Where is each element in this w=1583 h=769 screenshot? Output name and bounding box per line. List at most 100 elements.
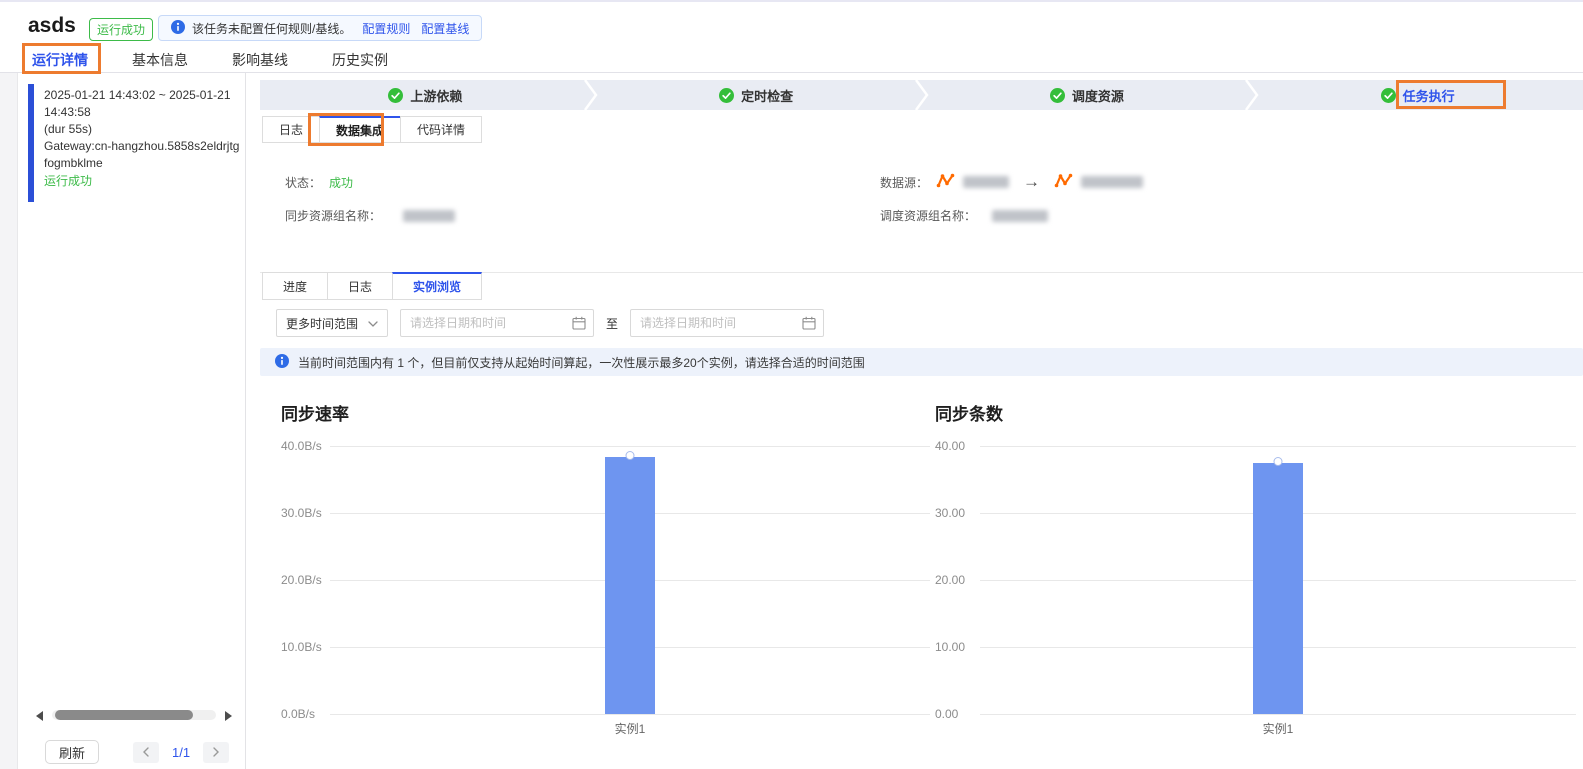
sync-rate-chart: 同步速率 40.0B/s 30.0B/s 20.0B/s 10.0B/s 0.0B/s … <box>281 400 930 745</box>
chart-plot <box>980 446 1576 715</box>
gridline <box>980 714 1576 715</box>
chart-yticks: 40.0B/s 30.0B/s 20.0B/s 10.0B/s 0.0B/s <box>281 439 329 721</box>
sync-resource-group-label: 同步资源组名称： <box>285 209 382 223</box>
scroll-left-arrow-icon[interactable] <box>36 711 43 721</box>
source-datasource-name-redacted <box>963 176 1010 188</box>
scrollbar-track[interactable] <box>52 710 216 720</box>
page-indicator: 1/1 <box>172 744 191 760</box>
y-axis-tick-label: 0.00 <box>935 707 959 721</box>
instance-duration: (dur 55s) <box>44 122 93 136</box>
datasource-label: 数据源： <box>880 175 929 190</box>
gridline <box>980 446 1576 447</box>
status-value: 成功 <box>329 176 354 190</box>
instance-list-panel: 2025-01-21 14:43:02 ~ 2025-01-21 14:43:5… <box>18 73 246 769</box>
check-circle-icon <box>1049 87 1065 103</box>
schedule-resource-group-label: 调度资源组名称： <box>880 209 977 223</box>
data-point-marker <box>1273 457 1283 467</box>
y-axis-tick-label: 40.00 <box>935 439 966 453</box>
instance-list-footer: 刷新 1/1 <box>18 733 246 769</box>
configure-baseline-link[interactable]: 配置基线 <box>421 20 469 37</box>
tab-instance-browse[interactable]: 实例浏览 <box>392 272 483 300</box>
chart-yticks: 40.00 30.00 20.00 10.00 0.00 <box>935 439 983 721</box>
chart-xaxis: 实例1 <box>330 720 930 737</box>
time-range-info-banner: 当前时间范围内有 1 个，但目前仅支持从起始时间算起，一次性展示最多20个实例，… <box>260 348 1583 376</box>
notice-text: 该任务未配置任何规则/基线。 <box>192 21 352 36</box>
prev-page-button[interactable] <box>133 741 160 763</box>
datasource-icon <box>1054 172 1073 192</box>
schedule-resource-group-row: 调度资源组名称： <box>880 207 1049 224</box>
sync-resource-group-value-redacted <box>403 209 456 222</box>
status-row: 状态： 成功 <box>285 174 353 191</box>
check-circle-icon <box>719 87 735 103</box>
run-detail-page: asds 运行成功 该任务未配置任何规则/基线。 配置规则 配置基线 运行详情 … <box>0 0 1583 769</box>
datasource-arrow: → <box>1023 172 1041 191</box>
end-datetime-input[interactable] <box>630 309 825 337</box>
calendar-icon[interactable] <box>572 316 586 333</box>
start-datetime-input[interactable] <box>400 309 594 337</box>
pagination: 1/1 <box>133 741 230 763</box>
step-upstream-dependency[interactable]: 上游依赖 <box>260 79 598 111</box>
y-axis-tick-label: 20.0B/s <box>281 573 322 587</box>
time-range-dropdown[interactable]: 更多时间范围 <box>276 309 388 337</box>
end-datetime-picker[interactable] <box>630 309 825 337</box>
schedule-resource-group-value-redacted <box>992 209 1049 222</box>
gridline <box>330 446 930 447</box>
horizontal-scrollbar <box>18 706 246 724</box>
start-datetime-picker[interactable] <box>400 309 594 337</box>
y-axis-tick-label: 0.0B/s <box>281 707 316 721</box>
to-label: 至 <box>606 316 619 331</box>
y-axis-tick-label: 40.0B/s <box>281 439 322 453</box>
chart-title: 同步条数 <box>935 405 1003 424</box>
next-page-button[interactable] <box>203 741 230 763</box>
instance-status: 运行成功 <box>44 174 93 188</box>
x-axis-category-label: 实例1 <box>614 722 646 736</box>
detail-tab-bar: 日志 数据集成 代码详情 <box>262 116 483 143</box>
step-schedule-resource[interactable]: 调度资源 <box>922 79 1259 111</box>
run-status-badge: 运行成功 <box>89 18 154 41</box>
selected-instance-accent <box>28 84 34 202</box>
instance-time-range: 2025-01-21 14:43:02 ~ 2025-01-21 14:43:5… <box>44 88 231 119</box>
scrollbar-thumb[interactable] <box>55 710 193 720</box>
y-axis-tick-label: 10.0B/s <box>281 640 322 654</box>
calendar-icon[interactable] <box>802 316 816 333</box>
step-chevron-icon <box>914 79 930 111</box>
run-steps-bar: 上游依赖 定时检查 调度资源 任务执行 <box>260 79 1583 111</box>
info-icon <box>171 19 185 37</box>
x-axis-category-label: 实例1 <box>1262 722 1294 736</box>
refresh-button[interactable]: 刷新 <box>45 740 100 764</box>
check-circle-icon <box>388 87 404 103</box>
datasource-icon <box>936 172 955 192</box>
target-datasource-name-redacted <box>1081 176 1144 188</box>
task-title: asds <box>28 14 76 37</box>
step-chevron-icon <box>1244 79 1260 111</box>
left-gutter <box>0 73 18 769</box>
y-axis-tick-label: 10.00 <box>935 640 966 654</box>
scroll-right-arrow-icon[interactable] <box>225 711 232 721</box>
y-axis-tick-label: 30.0B/s <box>281 506 322 520</box>
y-axis-tick-label: 30.00 <box>935 506 966 520</box>
info-icon <box>275 353 289 371</box>
tab-log[interactable]: 日志 <box>262 116 321 143</box>
instance-gateway: Gateway:cn-hangzhou.5858s2eldrjtgfogmbkl… <box>44 139 240 170</box>
chevron-down-icon <box>368 316 378 330</box>
tab-history-instances[interactable]: 历史实例 <box>330 47 390 78</box>
step-task-execution[interactable]: 任务执行 <box>1252 80 1583 110</box>
chart-plot <box>330 446 930 715</box>
tab-code-detail[interactable]: 代码详情 <box>400 116 483 143</box>
tab-inner-log[interactable]: 日志 <box>327 272 394 300</box>
time-filter-row: 更多时间范围 至 <box>276 309 825 337</box>
tab-data-integration[interactable]: 数据集成 <box>319 116 402 143</box>
status-label: 状态： <box>285 176 322 190</box>
configure-rule-link[interactable]: 配置规则 <box>362 20 410 37</box>
instance-list-item[interactable]: 2025-01-21 14:43:02 ~ 2025-01-21 14:43:5… <box>28 84 240 202</box>
sync-resource-group-row: 同步资源组名称： <box>285 207 456 224</box>
step-chevron-icon <box>583 79 599 111</box>
tab-progress[interactable]: 进度 <box>262 272 329 300</box>
rule-baseline-notice: 该任务未配置任何规则/基线。 配置规则 配置基线 <box>158 15 483 41</box>
data-point-marker <box>625 450 635 460</box>
step-schedule-check[interactable]: 定时检查 <box>591 79 929 111</box>
check-circle-icon <box>1380 87 1396 103</box>
chart-xaxis: 实例1 <box>980 720 1576 737</box>
chart-bar <box>605 450 655 714</box>
sync-count-chart: 同步条数 40.00 30.00 20.00 10.00 0.00 实例1 <box>935 400 1576 745</box>
